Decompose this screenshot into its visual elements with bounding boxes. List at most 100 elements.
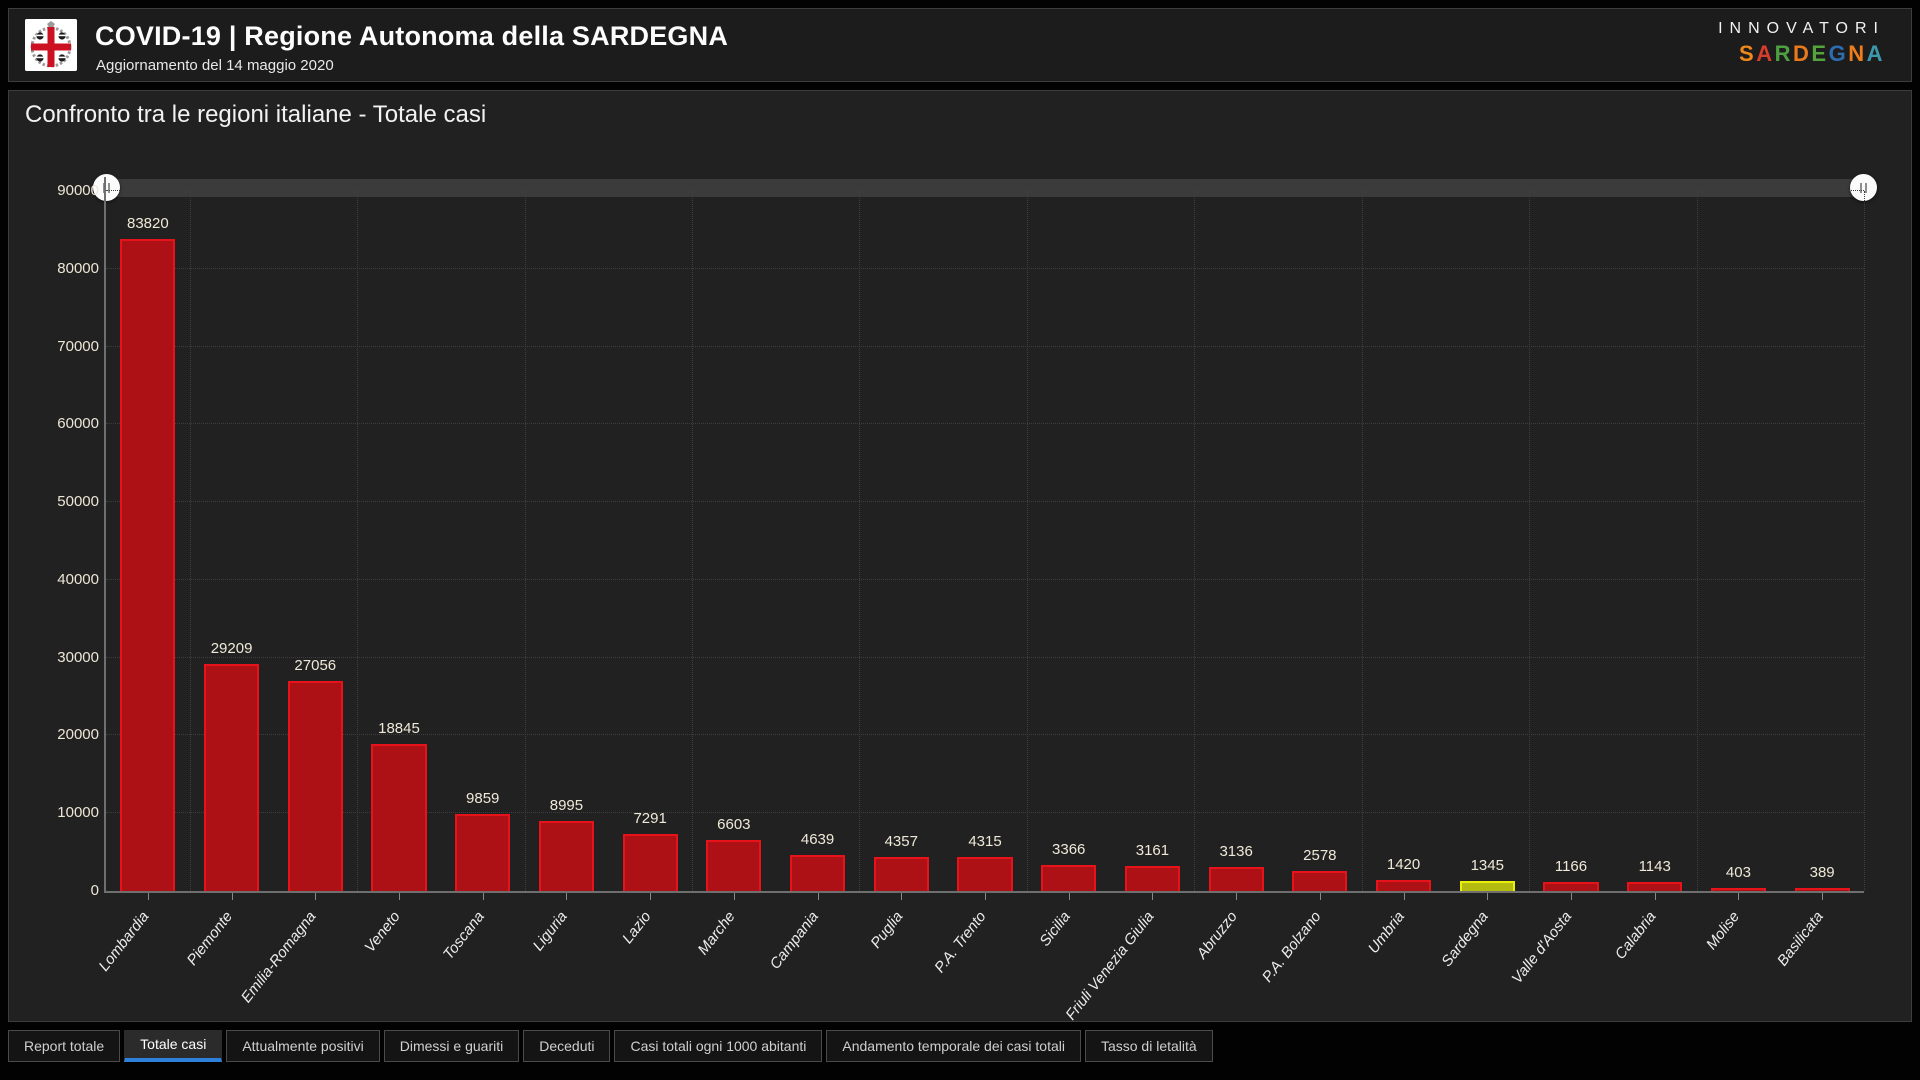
bar-piemonte[interactable]	[204, 664, 259, 891]
bar-value-label: 18845	[339, 720, 459, 737]
brand-line1: INNOVATORI	[1718, 20, 1885, 38]
x-tick-mark	[818, 893, 819, 900]
x-label-molise: Molise	[1703, 908, 1743, 953]
bar-valle-d-aosta[interactable]	[1543, 882, 1598, 891]
x-label-marche: Marche	[694, 908, 738, 958]
brand-letter: G	[1829, 41, 1849, 66]
plot-area: 83820Lombardia29209Piemonte27056Emilia-R…	[106, 191, 1864, 891]
x-tick-mark	[1822, 893, 1823, 900]
x-label-p-a-bolzano: P.A. Bolzano	[1259, 908, 1325, 985]
x-tick-mark	[1487, 893, 1488, 900]
x-tick-mark	[1655, 893, 1656, 900]
tab-totale-casi[interactable]: Totale casi	[124, 1030, 222, 1062]
v-gridline	[1864, 191, 1865, 891]
x-label-puglia: Puglia	[867, 908, 906, 951]
x-tick-mark	[148, 893, 149, 900]
bar-sardegna[interactable]	[1460, 881, 1515, 891]
brand-letter: R	[1775, 41, 1793, 66]
bar-abruzzo[interactable]	[1209, 867, 1264, 891]
h-gridline	[106, 346, 1864, 347]
v-gridline	[692, 191, 693, 891]
bar-lazio[interactable]	[623, 834, 678, 891]
x-tick-mark	[315, 893, 316, 900]
tab-casi-totali-ogni-1000-abitanti[interactable]: Casi totali ogni 1000 abitanti	[614, 1030, 822, 1062]
bar-basilicata[interactable]	[1795, 888, 1850, 891]
update-date: Aggiornamento del 14 maggio 2020	[96, 57, 334, 74]
x-label-toscana: Toscana	[439, 908, 487, 963]
x-label-lazio: Lazio	[619, 908, 654, 947]
bar-value-label: 389	[1762, 864, 1882, 881]
y-tick-label: 30000	[57, 649, 99, 666]
bar-liguria[interactable]	[539, 821, 594, 891]
chart-panel: Confronto tra le regioni italiane - Tota…	[8, 90, 1912, 1022]
brand-letter: N	[1848, 41, 1866, 66]
h-gridline	[106, 579, 1864, 580]
y-tick-label: 90000	[57, 182, 99, 199]
y-tick-label: 10000	[57, 804, 99, 821]
x-label-calabria: Calabria	[1612, 908, 1660, 962]
x-label-p-a-trento: P.A. Trento	[931, 908, 989, 976]
x-tick-mark	[1738, 893, 1739, 900]
bar-value-label: 27056	[255, 657, 375, 674]
brand-sardegna: SARDEGNA	[1718, 41, 1885, 67]
bar-emilia-romagna[interactable]	[288, 681, 343, 891]
bar-toscana[interactable]	[455, 814, 510, 891]
x-label-sardegna: Sardegna	[1439, 908, 1492, 970]
v-gridline	[1194, 191, 1195, 891]
v-gridline	[1697, 191, 1698, 891]
tab-tasso-di-letalit-[interactable]: Tasso di letalità	[1085, 1030, 1213, 1062]
y-tick-label: 60000	[57, 415, 99, 432]
x-label-liguria: Liguria	[530, 908, 571, 954]
tab-report-totale[interactable]: Report totale	[8, 1030, 120, 1062]
x-tick-mark	[232, 893, 233, 900]
bar-puglia[interactable]	[874, 857, 929, 891]
y-tick-label: 80000	[57, 260, 99, 277]
v-gridline	[525, 191, 526, 891]
v-gridline	[1362, 191, 1363, 891]
y-axis-line	[104, 177, 106, 892]
x-tick-mark	[1320, 893, 1321, 900]
bar-calabria[interactable]	[1627, 882, 1682, 891]
x-tick-mark	[985, 893, 986, 900]
x-axis-line	[104, 891, 1864, 893]
x-label-lombardia: Lombardia	[96, 908, 153, 974]
bar-campania[interactable]	[790, 855, 845, 891]
bar-sicilia[interactable]	[1041, 865, 1096, 891]
bar-friuli-venezia-giulia[interactable]	[1125, 866, 1180, 891]
brand-letter: S	[1739, 41, 1756, 66]
x-label-umbria: Umbria	[1365, 908, 1408, 957]
v-gridline	[190, 191, 191, 891]
tab-dimessi-e-guariti[interactable]: Dimessi e guariti	[384, 1030, 519, 1062]
tab-bar: Report totaleTotale casiAttualmente posi…	[8, 1030, 1213, 1062]
h-gridline	[106, 501, 1864, 502]
bar-p-a-trento[interactable]	[957, 857, 1012, 891]
header-bar: COVID-19 | Regione Autonoma della SARDEG…	[8, 8, 1912, 82]
x-tick-mark	[1236, 893, 1237, 900]
x-tick-mark	[1404, 893, 1405, 900]
x-tick-mark	[1069, 893, 1070, 900]
h-gridline	[106, 423, 1864, 424]
x-tick-mark	[566, 893, 567, 900]
x-tick-mark	[901, 893, 902, 900]
bar-p-a-bolzano[interactable]	[1292, 871, 1347, 891]
x-label-emilia-romagna: Emilia-Romagna	[238, 908, 320, 1006]
app-title: COVID-19 | Regione Autonoma della SARDEG…	[95, 21, 728, 52]
y-tick-label: 20000	[57, 726, 99, 743]
tab-andamento-temporale-dei-casi-totali[interactable]: Andamento temporale dei casi totali	[826, 1030, 1081, 1062]
bar-umbria[interactable]	[1376, 880, 1431, 891]
bar-veneto[interactable]	[371, 744, 426, 891]
innovatori-sardegna-logo: INNOVATORI SARDEGNA	[1718, 20, 1885, 67]
brand-letter: A	[1756, 41, 1774, 66]
bar-value-label: 29209	[172, 640, 292, 657]
x-label-piemonte: Piemonte	[184, 908, 236, 968]
tab-deceduti[interactable]: Deceduti	[523, 1030, 610, 1062]
x-tick-mark	[1152, 893, 1153, 900]
bar-lombardia[interactable]	[120, 239, 175, 891]
bar-value-label: 83820	[88, 215, 208, 232]
brand-letter: D	[1793, 41, 1811, 66]
y-tick-label: 50000	[57, 493, 99, 510]
bar-marche[interactable]	[706, 840, 761, 891]
bar-molise[interactable]	[1711, 888, 1766, 891]
tab-attualmente-positivi[interactable]: Attualmente positivi	[226, 1030, 379, 1062]
x-label-valle-d-aosta: Valle d'Aosta	[1509, 908, 1576, 987]
